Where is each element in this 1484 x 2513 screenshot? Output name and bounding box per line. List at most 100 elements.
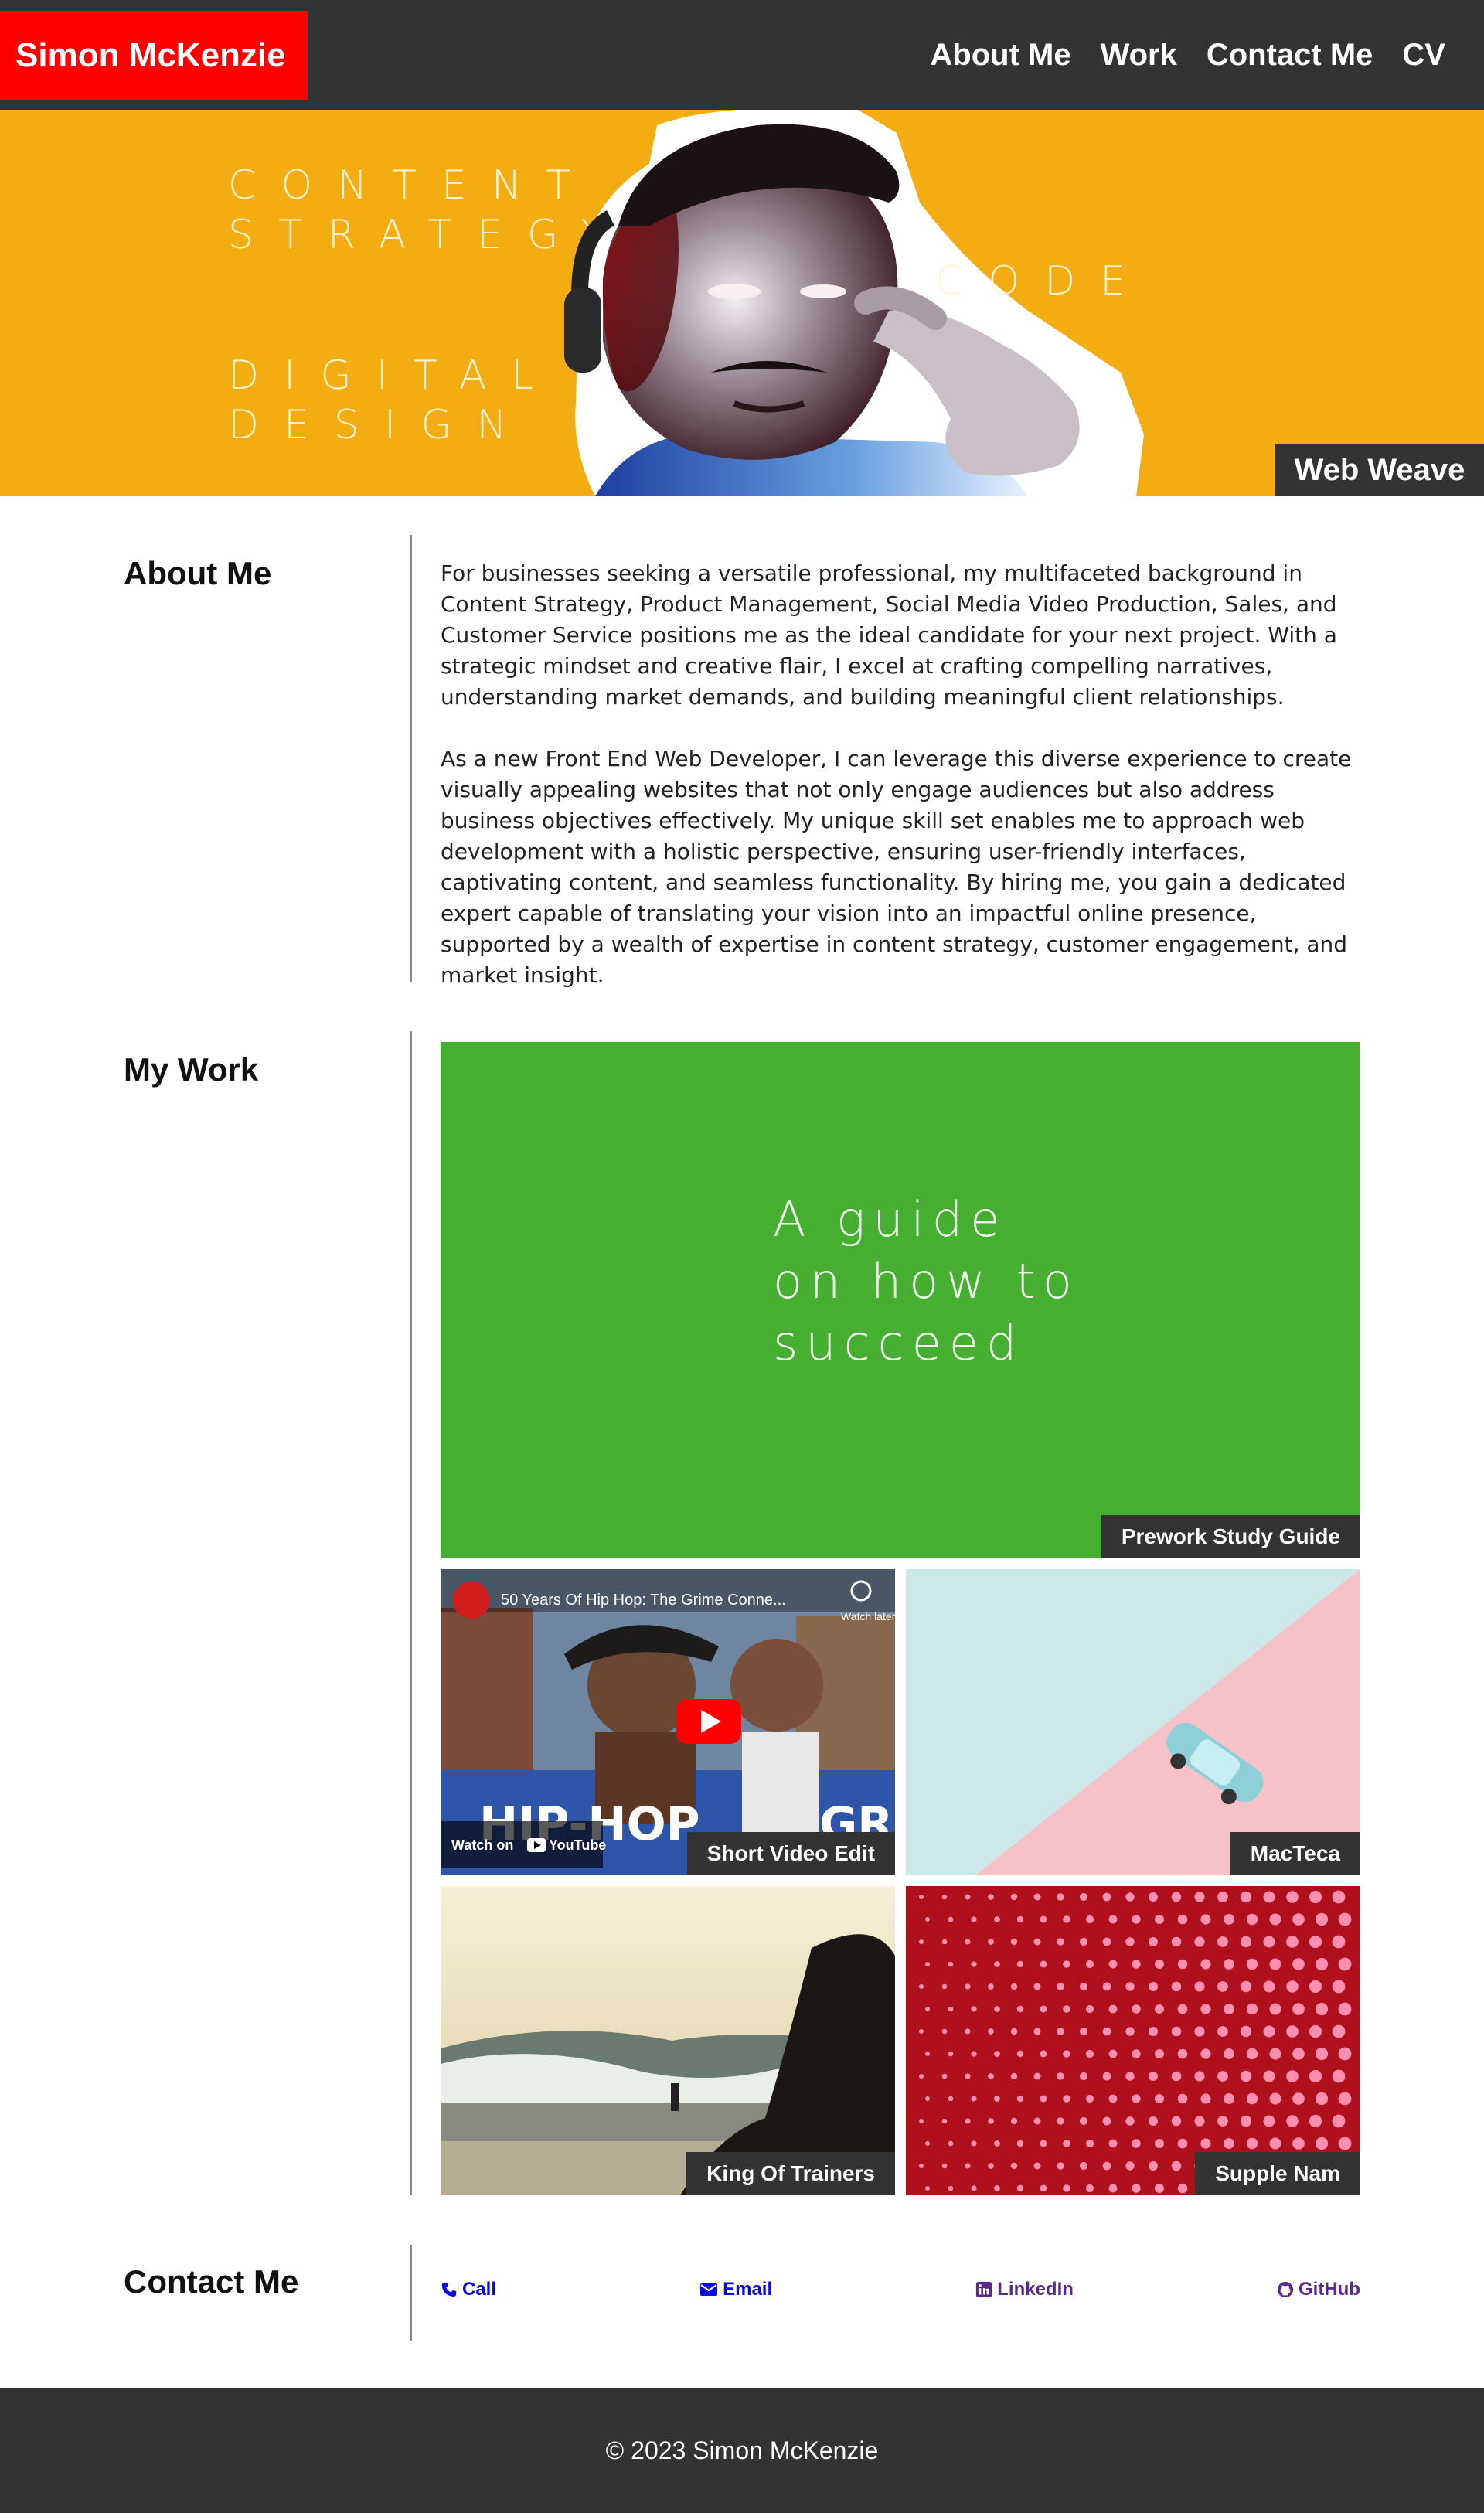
led-dot xyxy=(1224,1914,1234,1925)
led-dot xyxy=(1171,2071,1182,2082)
led-dot xyxy=(1085,1960,1094,1969)
led-dot xyxy=(1016,2184,1024,2192)
project-king-of-trainers[interactable]: King Of Trainers xyxy=(441,1886,895,2195)
led-dot xyxy=(988,2163,994,2169)
led-dot xyxy=(1269,1958,1281,1970)
phone-icon xyxy=(441,2282,457,2297)
led-dot xyxy=(1010,2117,1018,2125)
github-icon xyxy=(1277,2281,1294,2298)
project-macteca[interactable]: MacTeca xyxy=(906,1569,1360,1875)
led-dot xyxy=(1200,2093,1211,2104)
led-dot xyxy=(941,2163,948,2169)
led-dot xyxy=(1033,1938,1041,1946)
led-dot xyxy=(1309,2024,1322,2038)
led-dot xyxy=(1286,2025,1298,2038)
led-dot xyxy=(994,2185,1000,2191)
led-dot xyxy=(1171,2116,1182,2127)
led-dot xyxy=(1332,1935,1346,1949)
led-dot xyxy=(965,2118,971,2124)
led-dot xyxy=(1102,2161,1111,2171)
led-dot xyxy=(1057,1983,1064,1990)
led-dot xyxy=(1315,2092,1329,2106)
led-dot xyxy=(1269,2092,1281,2105)
nav-contact-me[interactable]: Contact Me xyxy=(1207,38,1373,73)
led-dot xyxy=(1149,2161,1158,2171)
led-dot xyxy=(1149,1937,1158,1946)
copyright-text: © 2023 Simon McKenzie xyxy=(605,2436,879,2464)
led-dot xyxy=(1224,2048,1234,2059)
led-dot xyxy=(1171,2026,1182,2037)
project-label[interactable]: Prework Study Guide xyxy=(1101,1515,1360,1558)
led-dot xyxy=(1286,1891,1298,1903)
led-dot xyxy=(965,2073,971,2079)
project-label[interactable]: Short Video Edit xyxy=(686,1832,895,1875)
brand-logo[interactable]: Simon McKenzie xyxy=(0,11,308,100)
led-dot xyxy=(1171,1981,1182,1992)
site-header: Simon McKenzie About Me Work Contact Me … xyxy=(0,0,1484,110)
led-dot xyxy=(1040,2095,1047,2103)
led-dot xyxy=(1085,1915,1094,1924)
project-label[interactable]: King Of Trainers xyxy=(686,2152,895,2195)
email-label: Email xyxy=(723,2279,773,2300)
led-dot xyxy=(1102,2116,1111,2126)
led-dot xyxy=(1085,2184,1094,2193)
project-short-video-edit[interactable]: HIP-HOP GRIM 50 Years Of Hip Hop: The Gr… xyxy=(441,1569,895,1875)
led-dot xyxy=(1132,2094,1141,2103)
project-prework-study-guide[interactable]: A guide on how to succeed Prework Study … xyxy=(441,1042,1360,1558)
led-dot xyxy=(1309,1890,1322,1904)
nav-cv[interactable]: CV xyxy=(1402,38,1445,73)
linkedin-link[interactable]: LinkedIn xyxy=(975,2279,1074,2300)
led-dot xyxy=(1155,1915,1164,1924)
hero-word-digital: DIGITAL xyxy=(228,352,559,399)
led-dot xyxy=(1010,1983,1018,1990)
led-dot xyxy=(1010,2072,1018,2080)
led-dot xyxy=(1079,2027,1088,2036)
led-dot xyxy=(1063,2184,1070,2192)
led-dot xyxy=(1057,2117,1064,2125)
led-dot xyxy=(1315,2047,1329,2061)
project-label[interactable]: MacTeca xyxy=(1230,1832,1360,1875)
led-dot xyxy=(1149,2072,1158,2081)
led-dot xyxy=(1125,2161,1135,2171)
led-dot xyxy=(1240,2115,1252,2127)
led-dot xyxy=(1200,1914,1211,1925)
led-dot xyxy=(1217,1981,1228,1992)
led-dot xyxy=(1224,1959,1234,1970)
github-link[interactable]: GitHub xyxy=(1277,2279,1360,2300)
led-dot xyxy=(965,2028,971,2035)
led-dot xyxy=(1194,2026,1205,2037)
project-supple-nam[interactable]: Supple Nam xyxy=(906,1886,1360,2195)
hero-word-code: CODE xyxy=(935,258,1151,305)
nav-about-me[interactable]: About Me xyxy=(930,38,1070,73)
led-dot xyxy=(1057,2028,1064,2035)
led-dot xyxy=(994,1961,1000,1967)
led-dot xyxy=(1108,2139,1118,2148)
led-dot xyxy=(1338,2092,1352,2106)
led-dot xyxy=(971,2185,977,2191)
led-dot xyxy=(1102,1982,1111,1991)
led-dot xyxy=(1040,2050,1047,2058)
led-dot xyxy=(1125,1892,1135,1902)
call-link[interactable]: Call xyxy=(441,2279,496,2300)
led-dot xyxy=(1246,2048,1258,2060)
project-label[interactable]: Supple Nam xyxy=(1195,2152,1360,2195)
led-dot xyxy=(1149,1982,1158,1991)
linkedin-icon xyxy=(976,2281,992,2298)
nav-work[interactable]: Work xyxy=(1101,38,1177,73)
hero-banner: CONTENT STRATEGY DIGITAL DESIGN CODE Web… xyxy=(0,110,1484,496)
led-dot xyxy=(1040,2140,1047,2147)
video-thumbnail[interactable]: HIP-HOP GRIM 50 Years Of Hip Hop: The Gr… xyxy=(441,1569,895,1875)
led-dot xyxy=(1033,1893,1041,1901)
led-dot xyxy=(1149,2027,1158,2036)
led-dot xyxy=(1332,1890,1346,1904)
led-dot xyxy=(919,2119,924,2123)
led-dot xyxy=(1033,2072,1041,2080)
led-dot xyxy=(941,1983,948,1990)
led-dot xyxy=(1315,1912,1329,1926)
led-dot xyxy=(1246,2137,1258,2150)
led-dot xyxy=(925,2007,930,2011)
led-dot xyxy=(965,2163,971,2169)
site-footer: © 2023 Simon McKenzie xyxy=(0,2388,1484,2513)
led-dot xyxy=(1292,1958,1305,1970)
email-link[interactable]: Email xyxy=(699,2279,772,2300)
